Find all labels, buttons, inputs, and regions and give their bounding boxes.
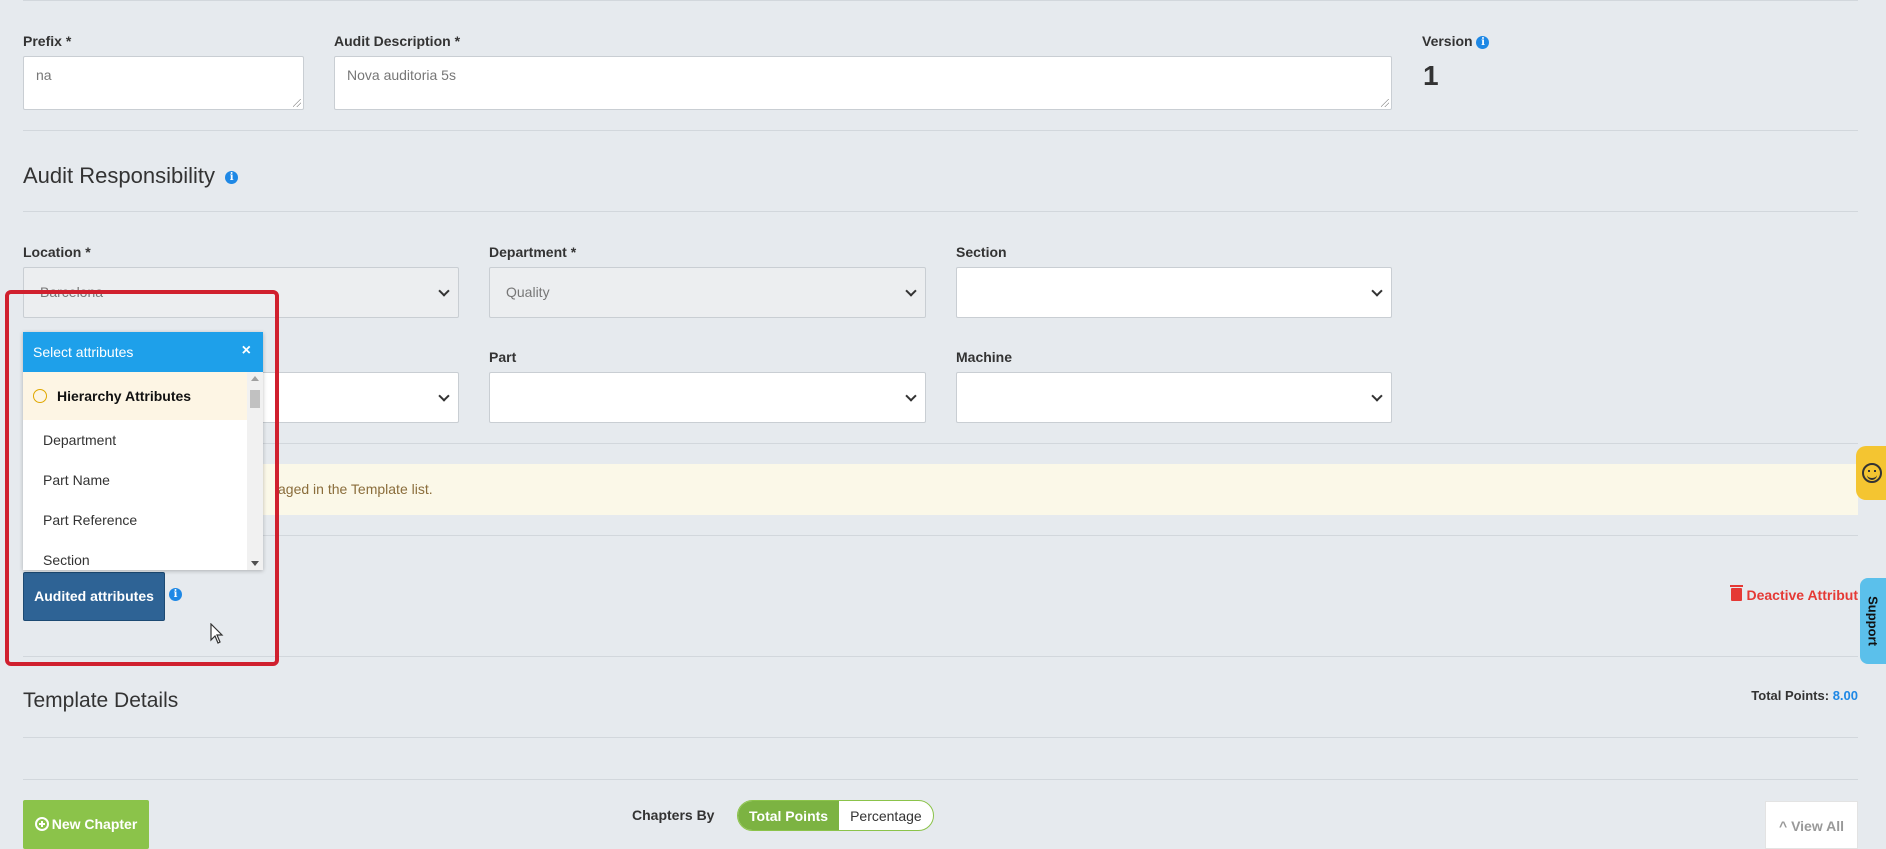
view-all-label: View All	[1791, 818, 1844, 834]
audit-responsibility-title: Audit Responsibility i	[23, 163, 239, 189]
info-banner: aged in the Template list.	[23, 464, 1858, 515]
prefix-value: na	[36, 67, 52, 83]
chevron-up-icon: ^	[1779, 818, 1788, 834]
total-points-value: 8.00	[1832, 688, 1858, 703]
divider	[23, 737, 1858, 738]
info-icon[interactable]: i	[225, 170, 239, 184]
department-select[interactable]: Quality	[489, 267, 926, 318]
resize-grip-icon[interactable]	[1381, 99, 1389, 107]
info-icon[interactable]: i	[169, 588, 182, 601]
location-value: Barcelona	[40, 284, 104, 300]
attributes-list: Hierarchy Attributes Department Part Nam…	[23, 372, 247, 570]
list-item[interactable]: Part Reference	[23, 500, 247, 540]
popup-header: Select attributes ×	[23, 332, 263, 372]
support-tab[interactable]: Support	[1860, 578, 1886, 664]
top-divider	[23, 0, 1858, 1]
chapters-by-toggle[interactable]: Total Points Percentage	[737, 800, 934, 831]
machine-label: Machine	[956, 349, 1013, 365]
location-label: Location *	[23, 244, 91, 260]
scroll-up-icon[interactable]	[251, 376, 259, 381]
scroll-down-icon[interactable]	[251, 561, 259, 566]
list-item[interactable]: Department	[23, 420, 247, 460]
hierarchy-attributes-group[interactable]: Hierarchy Attributes	[23, 372, 247, 420]
department-label: Department *	[489, 244, 577, 260]
new-chapter-label: New Chapter	[51, 816, 138, 832]
audit-description-value: Nova auditoria 5s	[347, 67, 456, 83]
list-item[interactable]: Section	[23, 540, 247, 570]
select-attributes-popup: Select attributes × Hierarchy Attributes…	[23, 332, 263, 570]
support-label: Support	[1865, 596, 1881, 646]
part-label: Part	[489, 349, 517, 365]
deactive-label: Deactive Attribut	[1746, 587, 1858, 603]
scrollbar-thumb[interactable]	[250, 390, 260, 408]
info-banner-text: aged in the Template list.	[278, 481, 433, 497]
divider	[23, 535, 1858, 536]
radio-icon[interactable]	[33, 389, 47, 403]
new-chapter-button[interactable]: New Chapter	[23, 800, 149, 849]
machine-select[interactable]	[956, 372, 1392, 423]
part-select[interactable]	[489, 372, 926, 423]
audited-attributes-button[interactable]: Audited attributes	[23, 572, 165, 621]
divider	[23, 779, 1858, 780]
department-value: Quality	[506, 284, 550, 300]
chevron-down-icon	[905, 285, 917, 297]
location-select[interactable]: Barcelona	[23, 267, 459, 318]
chevron-down-icon	[905, 390, 917, 402]
smiley-icon	[1862, 463, 1882, 483]
info-icon[interactable]: i	[1476, 35, 1490, 49]
prefix-label: Prefix *	[23, 33, 72, 49]
scrollbar[interactable]	[247, 372, 263, 570]
divider	[23, 656, 1858, 657]
section-label: Section	[956, 244, 1007, 260]
audit-description-field[interactable]: Nova auditoria 5s	[334, 56, 1392, 110]
close-icon[interactable]: ×	[242, 342, 251, 360]
divider	[23, 443, 1858, 444]
version-value: 1	[1423, 60, 1439, 91]
audit-description-label: Audit Description *	[334, 33, 461, 49]
divider	[23, 130, 1858, 131]
feedback-widget[interactable]	[1856, 446, 1886, 500]
chevron-down-icon	[438, 285, 450, 297]
template-details-title: Template Details	[23, 689, 179, 712]
trash-icon	[1730, 585, 1744, 601]
chevron-down-icon	[1371, 390, 1383, 402]
chevron-down-icon	[1371, 285, 1383, 297]
deactive-attribute-button[interactable]: Deactive Attribut	[1730, 585, 1858, 603]
divider	[23, 211, 1858, 212]
section-select[interactable]	[956, 267, 1392, 318]
group-label: Hierarchy Attributes	[57, 388, 192, 404]
audited-attributes-label: Audited attributes	[34, 588, 154, 604]
popup-title: Select attributes	[33, 344, 134, 360]
plus-circle-icon	[34, 817, 49, 831]
mouse-cursor-icon	[210, 623, 224, 644]
prefix-field[interactable]: na	[23, 56, 304, 110]
chapters-by-label: Chapters By	[632, 807, 715, 823]
total-points: Total Points: 8.00	[1751, 688, 1858, 703]
total-points-label: Total Points:	[1751, 688, 1830, 703]
list-item[interactable]: Part Name	[23, 460, 247, 500]
chevron-down-icon	[438, 390, 450, 402]
toggle-total-points[interactable]: Total Points	[738, 801, 840, 830]
toggle-percentage[interactable]: Percentage	[839, 801, 933, 830]
version-label: Version i	[1422, 33, 1490, 49]
resize-grip-icon[interactable]	[293, 99, 301, 107]
view-all-button[interactable]: ^ View All	[1765, 801, 1858, 849]
